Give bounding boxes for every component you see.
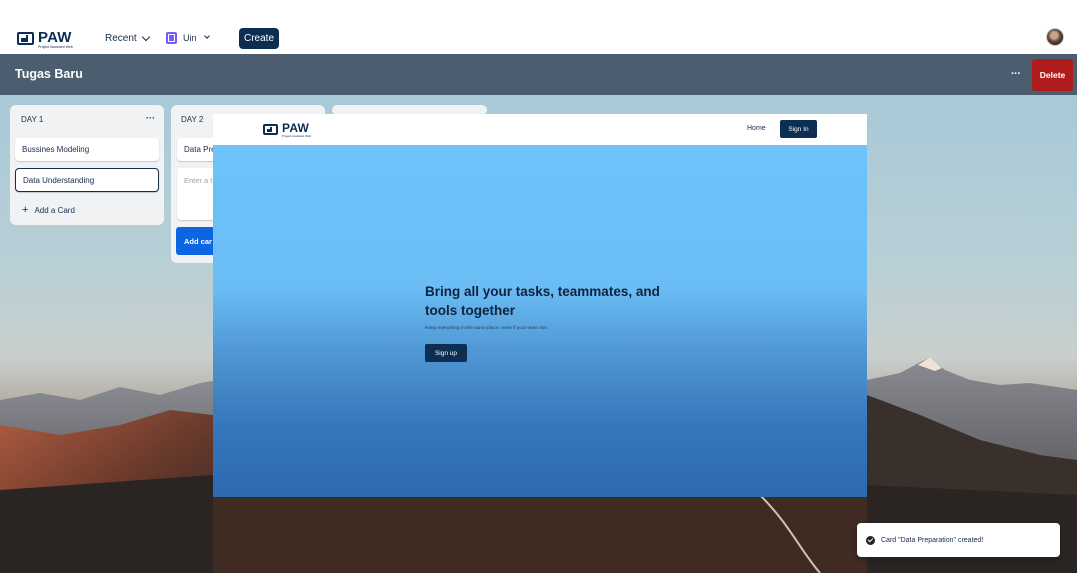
workspace-icon <box>166 32 177 44</box>
add-card-label: Add a Card <box>34 205 75 215</box>
landing-logo-subtitle: Project Assistant Web <box>282 134 312 138</box>
card-item[interactable]: Data Understanding <box>15 168 159 192</box>
board-logo-icon <box>17 32 34 45</box>
hero-subtext: Keep everything in the same place, even … <box>425 326 547 331</box>
list-day-1: DAY 1 ··· Bussines Modeling Data Underst… <box>10 105 164 225</box>
sign-up-button[interactable]: Sign up <box>425 344 467 362</box>
board-logo-icon <box>263 124 278 135</box>
logo-title: PAW <box>38 29 72 46</box>
sign-in-button[interactable]: Sign In <box>780 120 817 138</box>
board-header: Tugas Baru ··· Delete <box>0 54 1077 95</box>
workspace-label: Uin <box>183 33 197 43</box>
recent-label: Recent <box>105 33 137 44</box>
chevron-down-icon <box>141 32 150 41</box>
recent-dropdown[interactable]: Recent <box>105 32 150 44</box>
board-more-button[interactable]: ··· <box>1011 68 1021 80</box>
list-menu-button[interactable]: ··· <box>146 113 155 123</box>
chevron-down-icon <box>203 33 210 39</box>
landing-page-overlay: PAW Project Assistant Web Home Sign In B… <box>213 114 867 497</box>
list-title[interactable]: DAY 2 <box>181 115 203 124</box>
landing-navbar: PAW Project Assistant Web Home Sign In <box>213 114 867 145</box>
workspace-selector[interactable]: Uin <box>166 32 210 44</box>
toast-message: Card "Data Preparation" created! <box>881 536 984 544</box>
app-logo[interactable]: PAW Project Assistant Web <box>17 30 73 50</box>
hero-headline: Bring all your tasks, teammates, and too… <box>425 284 660 318</box>
plus-icon: + <box>22 204 29 216</box>
landing-logo-title: PAW <box>282 121 310 135</box>
user-avatar[interactable] <box>1046 28 1064 46</box>
check-circle-icon <box>866 535 875 545</box>
landing-logo[interactable]: PAW Project Assistant Web <box>263 122 311 138</box>
hero-section: Bring all your tasks, teammates, and too… <box>213 145 867 497</box>
nav-home-link[interactable]: Home <box>747 125 766 132</box>
top-navigation-bar: PAW Project Assistant Web Recent Uin Cre… <box>0 0 1077 54</box>
board-title[interactable]: Tugas Baru <box>15 67 83 81</box>
list-title[interactable]: DAY 1 <box>21 115 43 124</box>
add-card-button[interactable]: + Add a Card <box>22 204 75 216</box>
logo-subtitle: Project Assistant Web <box>38 45 73 49</box>
card-item[interactable]: Bussines Modeling <box>15 138 159 161</box>
create-button[interactable]: Create <box>239 28 279 49</box>
delete-board-button[interactable]: Delete <box>1032 59 1073 91</box>
toast-notification: Card "Data Preparation" created! <box>857 523 1060 557</box>
